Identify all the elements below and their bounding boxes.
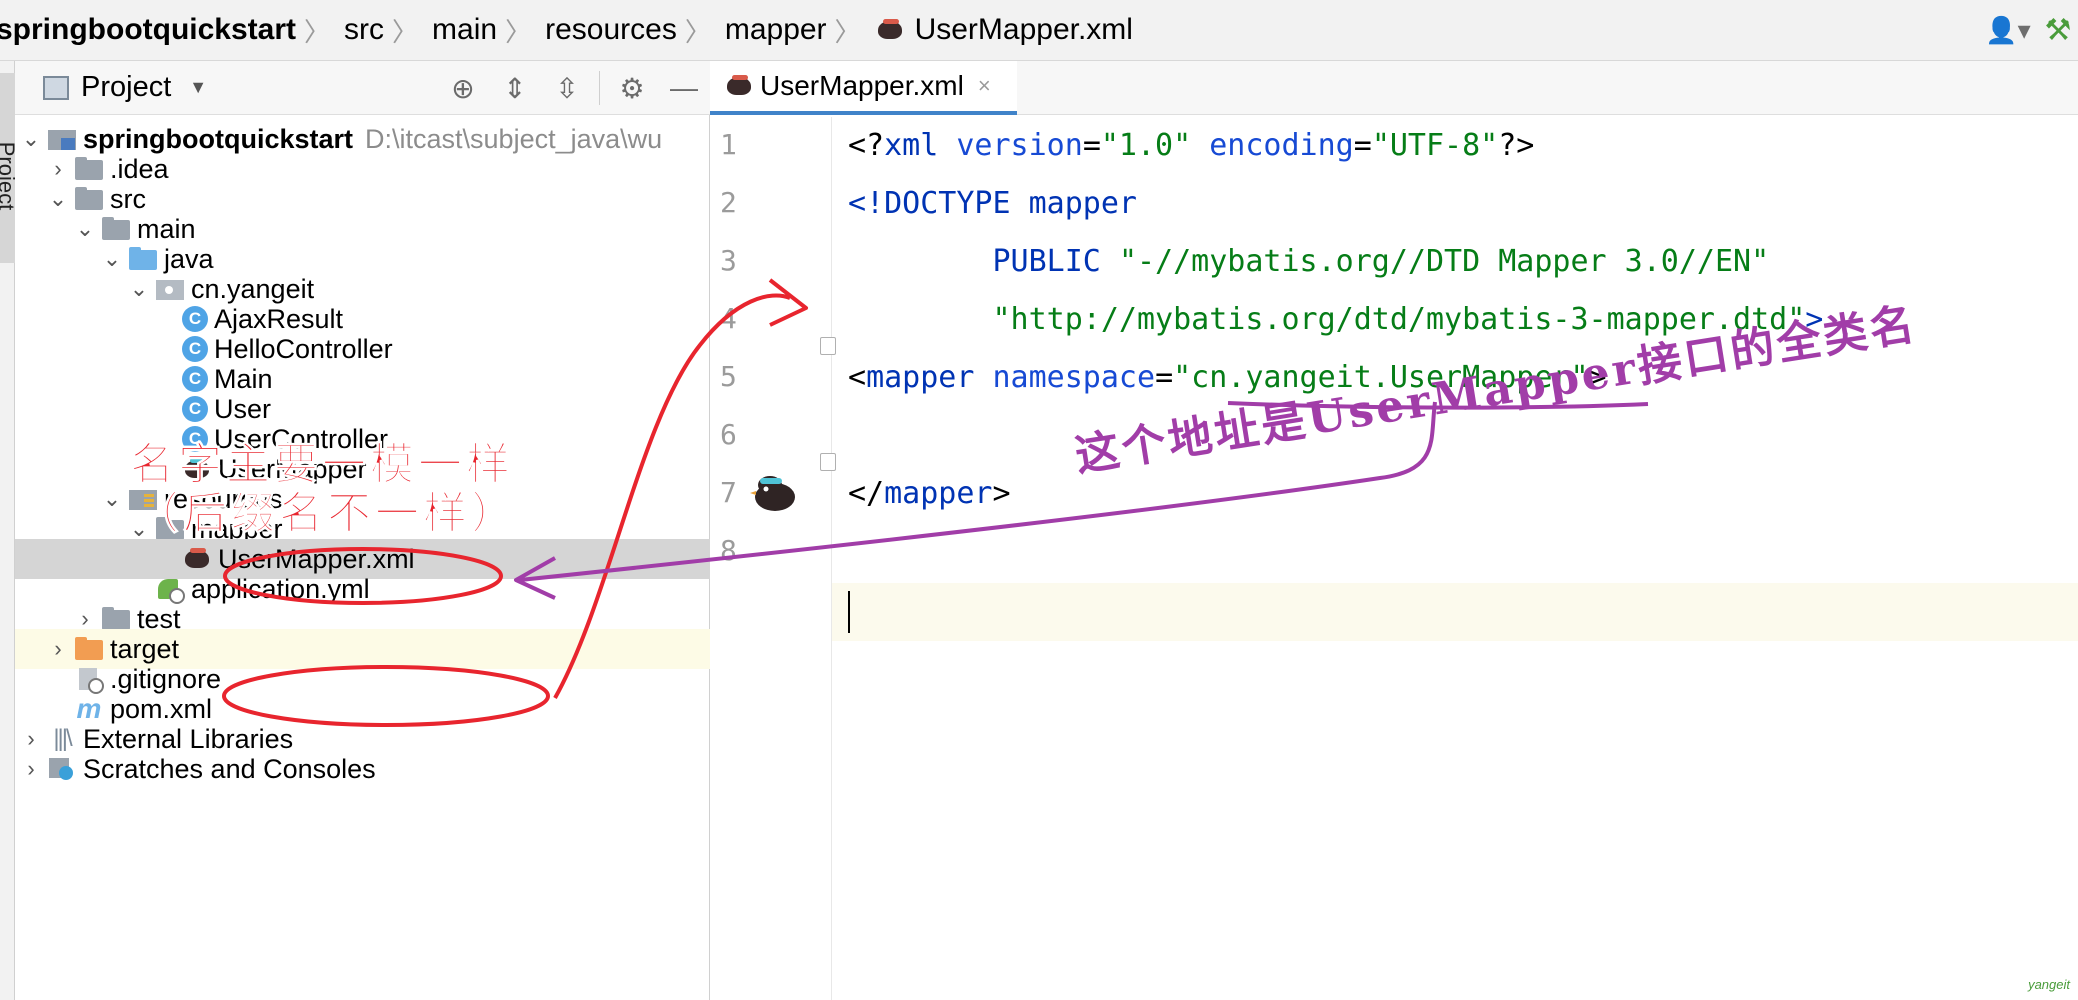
code-token: = <box>1155 360 1174 395</box>
breadcrumb-separator: 〉 <box>392 16 419 47</box>
code-token: = <box>1082 128 1101 163</box>
code-token: "UTF-8" <box>1371 128 1499 163</box>
code-token: encoding <box>1209 128 1354 163</box>
toolbar-divider <box>599 71 600 105</box>
code-line[interactable]: PUBLIC "-//mybatis.org//DTD Mapper 3.0//… <box>848 233 1769 291</box>
code-token: "http://mybatis.org/dtd/mybatis-3-mapper… <box>848 302 1806 337</box>
code-token: <!DOCTYPE <box>848 186 1029 221</box>
code-token: namespace <box>992 360 1156 395</box>
code-line[interactable]: "http://mybatis.org/dtd/mybatis-3-mapper… <box>848 291 1823 349</box>
code-token: = <box>1353 128 1372 163</box>
breadcrumb-item-resources[interactable]: resources <box>541 0 685 61</box>
build-hammer-icon[interactable]: ⚒ <box>2038 11 2078 51</box>
code-token: "-//mybatis.org//DTD Mapper 3.0//EN" <box>1118 244 1770 279</box>
breadcrumb-separator: 〉 <box>304 16 331 47</box>
code-token: > <box>992 476 1011 511</box>
code-token: mapper <box>884 476 993 511</box>
code-token: </ <box>848 476 885 511</box>
line-number: 1 <box>720 128 737 161</box>
toolbar-right: 👤▾ ⚒ <box>1978 0 2078 61</box>
breadcrumb-item-project[interactable]: springbootquickstart <box>0 0 304 61</box>
fold-marker-icon[interactable] <box>820 337 836 355</box>
code-token: < <box>848 360 867 395</box>
code-token: <? <box>848 128 885 163</box>
navigation-breadcrumb: springbootquickstart 〉 src 〉 main 〉 reso… <box>0 0 2078 61</box>
tab-usermapper-xml[interactable]: UserMapper.xml × <box>710 61 1017 115</box>
mybatis-xml-icon <box>875 17 905 43</box>
code-line[interactable]: </mapper> <box>848 465 1011 523</box>
tree-item-scratches[interactable]: › Scratches and Consoles <box>15 749 710 789</box>
collapse-all-icon[interactable]: ⇳ <box>541 61 593 115</box>
breadcrumb-item-main[interactable]: main <box>428 0 505 61</box>
code-token: "1.0" <box>1100 128 1210 163</box>
code-editor: UserMapper.xml × 1 2 3 4 5 6 7 8 <?xml v… <box>710 61 2078 1000</box>
breadcrumb-item-mapper[interactable]: mapper <box>721 0 835 61</box>
code-token: PUBLIC <box>848 244 1119 279</box>
fold-marker-icon[interactable] <box>820 453 836 471</box>
line-number: 5 <box>720 360 737 393</box>
chevron-right-icon[interactable]: › <box>19 756 43 782</box>
project-view-title[interactable]: Project <box>81 71 171 104</box>
line-number: 8 <box>720 534 737 567</box>
line-number: 4 <box>720 302 737 335</box>
code-line[interactable]: <?xml version="1.0" encoding="UTF-8"?> <box>848 117 1534 175</box>
breadcrumb-item-src[interactable]: src <box>340 0 392 61</box>
code-token: "cn.yangeit.UserMapper" <box>1173 360 1589 395</box>
current-line-highlight <box>832 583 2078 641</box>
breadcrumb-separator: 〉 <box>834 16 861 47</box>
project-view-icon <box>43 75 69 100</box>
code-token: version <box>956 128 1083 163</box>
code-token: mapper <box>1028 186 1137 221</box>
editor-gutter: 1 2 3 4 5 6 7 8 <box>710 117 836 1000</box>
chevron-down-icon[interactable]: ▼ <box>189 77 207 98</box>
locate-icon[interactable]: ⊕ <box>437 61 489 115</box>
text-caret <box>848 591 850 633</box>
breadcrumb-separator: 〉 <box>505 16 532 47</box>
expand-all-icon[interactable]: ⇕ <box>489 61 541 115</box>
code-token: mapper <box>866 360 993 395</box>
mybatis-xml-icon <box>724 73 754 99</box>
project-panel: Project ▼ ⊕ ⇕ ⇳ ⚙ — ⌄ springbootquicksta… <box>15 61 710 1000</box>
code-token: ?> <box>1498 128 1535 163</box>
close-icon[interactable]: × <box>978 73 991 99</box>
code-token: > <box>1805 302 1824 337</box>
code-line[interactable]: <mapper namespace="cn.yangeit.UserMapper… <box>848 349 1607 407</box>
breadcrumb-item-file[interactable]: UserMapper.xml <box>871 0 1141 61</box>
settings-icon[interactable]: ⚙ <box>606 61 658 115</box>
scratches-icon <box>47 756 77 782</box>
minimize-icon[interactable]: — <box>658 61 710 115</box>
project-panel-header: Project ▼ ⊕ ⇕ ⇳ ⚙ — <box>15 61 710 115</box>
tool-window-strip: Project <box>0 61 19 1000</box>
line-number: 6 <box>720 418 737 451</box>
code-token: xml <box>884 128 957 163</box>
mybatis-navigate-icon[interactable] <box>750 469 800 513</box>
code-token: > <box>1588 360 1607 395</box>
project-tool-tab[interactable]: Project <box>0 73 19 263</box>
line-number: 3 <box>720 244 737 277</box>
line-number: 2 <box>720 186 737 219</box>
editor-tab-bar: UserMapper.xml × <box>710 61 2078 115</box>
code-line[interactable]: <!DOCTYPE mapper <box>848 175 1137 233</box>
project-panel-tools: ⊕ ⇕ ⇳ ⚙ — <box>437 61 710 115</box>
user-account-icon[interactable]: 👤▾ <box>1978 11 2038 51</box>
breadcrumb-separator: 〉 <box>684 16 711 47</box>
